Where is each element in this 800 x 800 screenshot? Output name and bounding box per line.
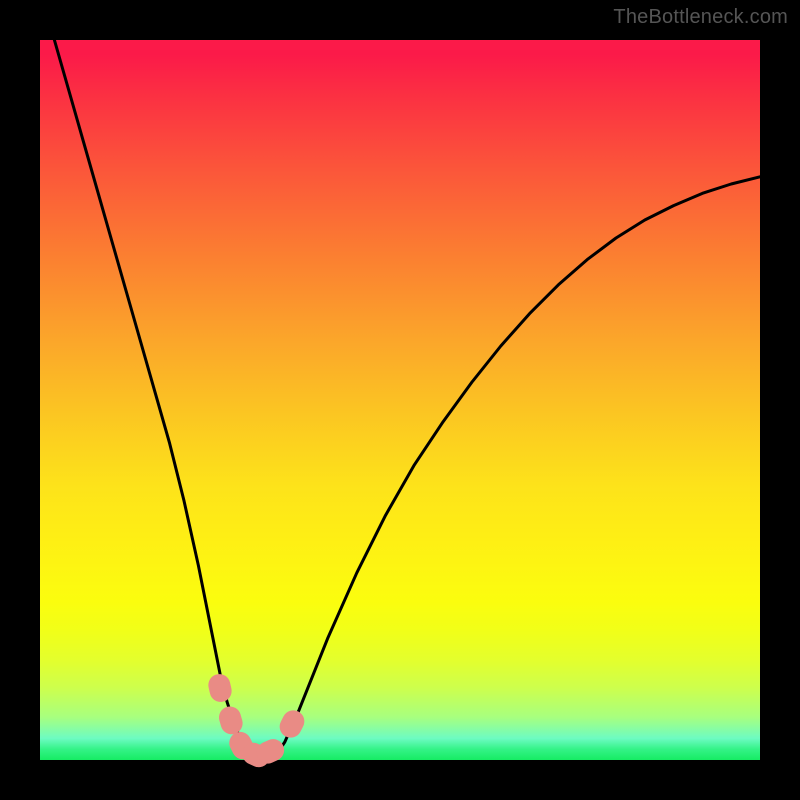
curve-marker: [206, 672, 234, 704]
curve-marker: [216, 704, 245, 737]
markers-group: [206, 672, 308, 771]
curve-svg: [40, 40, 760, 760]
curve-marker: [276, 707, 308, 742]
chart-frame: TheBottleneck.com: [0, 0, 800, 800]
watermark-text: TheBottleneck.com: [613, 6, 788, 29]
plot-area: [40, 40, 760, 760]
bottleneck-curve: [54, 40, 760, 759]
